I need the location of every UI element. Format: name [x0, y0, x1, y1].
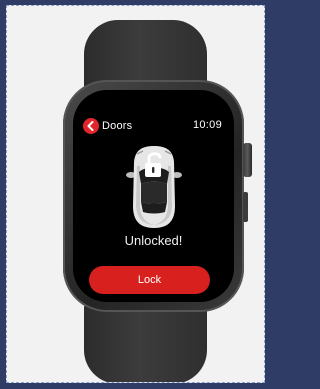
- side-button[interactable]: [243, 192, 248, 222]
- image-frame: Doors 10:09 Unlocked! Lock: [6, 5, 265, 383]
- back-label: Doors: [102, 120, 133, 132]
- lock-status-text: Unlocked!: [124, 233, 183, 248]
- open-padlock-icon: [142, 150, 166, 180]
- digital-crown[interactable]: [243, 143, 252, 177]
- clock: 10:09: [192, 119, 222, 131]
- chevron-left-icon: [83, 118, 99, 134]
- status-bar: Doors 10:09: [83, 116, 224, 136]
- page: Doors 10:09 Unlocked! Lock: [0, 0, 271, 389]
- lock-button[interactable]: Lock: [89, 266, 210, 294]
- watch-band-bottom: [84, 302, 207, 382]
- back-button[interactable]: Doors: [83, 117, 132, 135]
- watch-screen: Doors 10:09 Unlocked! Lock: [73, 90, 234, 302]
